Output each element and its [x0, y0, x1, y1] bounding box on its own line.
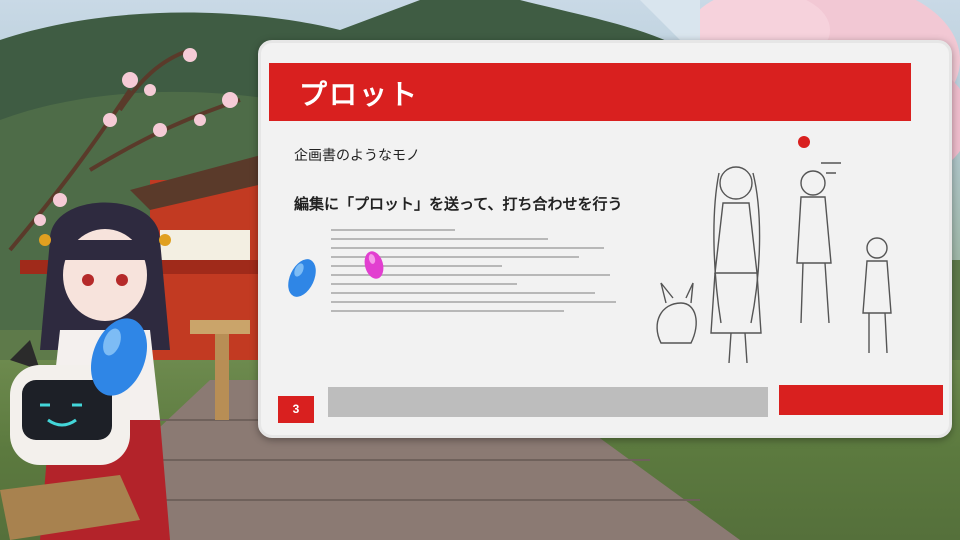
slide-title: プロット: [299, 78, 420, 111]
wooden-stand: [0, 475, 140, 540]
laser-dot: [798, 136, 810, 148]
slide-small-notes: [331, 229, 641, 349]
character-sketch: [656, 162, 892, 364]
progress-fill: [779, 385, 943, 415]
blue-pointer-icon[interactable]: [284, 255, 320, 301]
slide-line-1: 企画書のようなモノ: [294, 148, 420, 164]
slide-line-2: 編集に「プロット」を送って、打ち合わせを行う: [294, 195, 623, 213]
progress-track: [328, 387, 768, 417]
slide-header: プロット: [269, 63, 911, 121]
pink-pointer-icon[interactable]: [361, 248, 387, 282]
presentation-board: プロット 企画書のようなモノ 編集に「プロット」を送って、打ち合わせを行う 3: [258, 40, 952, 438]
page-number: 3: [278, 396, 314, 423]
blue-pointer-icon[interactable]: [84, 312, 154, 402]
